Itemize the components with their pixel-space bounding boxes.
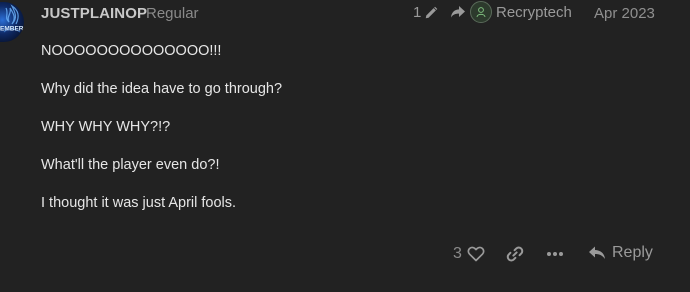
post-paragraph: I thought it was just April fools.: [41, 195, 237, 211]
post-paragraph: Why did the idea have to go through?: [41, 81, 283, 97]
pencil-icon: [426, 6, 438, 18]
edit-history-button[interactable]: 1: [413, 4, 438, 21]
forum-post: EMBER JUSTPLAINOP Regular 1 Recryptech A…: [0, 0, 690, 292]
reply-to-username: Recryptech: [496, 3, 572, 21]
share-arrow-icon: [451, 6, 465, 18]
more-actions-button[interactable]: [546, 246, 564, 267]
link-icon: [506, 246, 524, 262]
ellipsis-icon: [547, 252, 563, 256]
post-paragraph: What'll the player even do?!: [41, 157, 220, 173]
avatar[interactable]: EMBER: [0, 2, 24, 42]
reply-arrow-icon: [589, 246, 605, 259]
username[interactable]: JUSTPLAINOP: [41, 5, 147, 22]
reply-to-button[interactable]: Recryptech: [450, 1, 572, 23]
heart-icon: [467, 246, 485, 262]
edit-count: 1: [413, 4, 422, 21]
reply-to-avatar-icon: [476, 7, 486, 18]
post-actions: 3 Reply: [0, 244, 690, 266]
reply-button[interactable]: Reply: [588, 244, 653, 262]
reply-to-avatar: [470, 1, 492, 23]
post-paragraph: NOOOOOOOOOOOOOO!!!: [41, 43, 222, 59]
reply-label: Reply: [612, 244, 653, 261]
like-button[interactable]: [467, 245, 485, 268]
copy-link-button[interactable]: [506, 245, 524, 268]
user-title: Regular: [146, 5, 199, 22]
avatar-image: EMBER: [0, 4, 24, 33]
avatar-text: EMBER: [0, 26, 24, 33]
post-date[interactable]: Apr 2023: [594, 5, 655, 22]
post-body: NOOOOOOOOOOOOOO!!! Why did the idea have…: [41, 42, 641, 232]
like-count[interactable]: 3: [453, 245, 462, 263]
post-paragraph: WHY WHY WHY?!?: [41, 119, 171, 135]
